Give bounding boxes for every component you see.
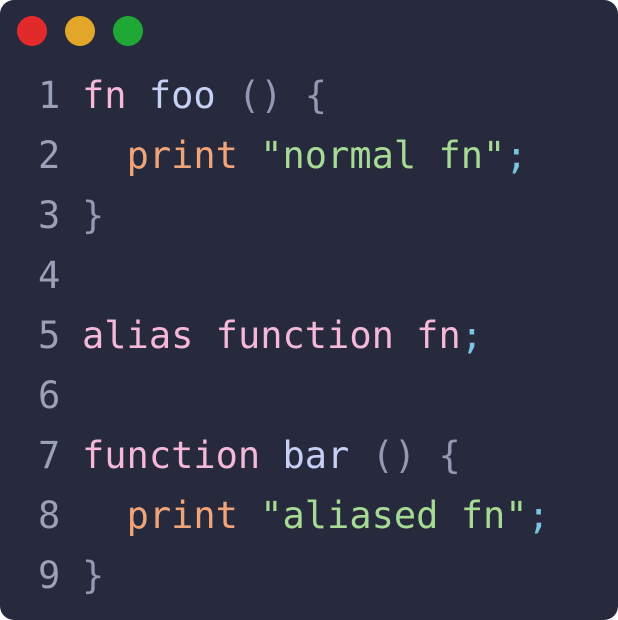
- code-text: print "normal fn";: [82, 126, 528, 186]
- code-token-builtin: print: [126, 494, 238, 537]
- code-token-punctuation: {: [438, 434, 461, 477]
- code-text: function bar () {: [82, 426, 461, 486]
- code-text: }: [82, 546, 104, 606]
- line-number: 8: [38, 494, 61, 537]
- code-line: 6: [0, 366, 618, 426]
- line-number: 4: [38, 254, 61, 297]
- code-text: }: [82, 186, 104, 246]
- title-bar: [0, 0, 618, 62]
- code-line: 5 alias function fn;: [0, 306, 618, 366]
- line-number: 3: [38, 194, 61, 237]
- code-token-keyword: function: [215, 314, 394, 357]
- code-line: 4: [0, 246, 618, 306]
- line-number: 5: [38, 314, 61, 357]
- close-dot-icon[interactable]: [17, 16, 47, 46]
- line-number: 1: [38, 74, 61, 117]
- maximize-dot-icon[interactable]: [113, 16, 143, 46]
- code-token-string: "normal fn": [260, 134, 506, 177]
- minimize-dot-icon[interactable]: [65, 16, 95, 46]
- code-token-semicolon: ;: [460, 314, 484, 357]
- code-line: 2 print "normal fn";: [0, 126, 618, 186]
- code-token-identifier: bar: [282, 434, 350, 477]
- line-number: 9: [38, 554, 61, 597]
- code-token-punctuation: }: [82, 554, 105, 597]
- code-line: 9}: [0, 546, 618, 606]
- code-text: fn foo () {: [82, 66, 327, 126]
- code-line: 8 print "aliased fn";: [0, 486, 618, 546]
- line-number: 7: [38, 434, 61, 477]
- code-text: alias function fn;: [82, 306, 483, 366]
- code-token-builtin: print: [126, 134, 238, 177]
- code-token-string: "aliased fn": [260, 494, 528, 537]
- code-token-keyword: alias: [82, 314, 194, 357]
- code-line: 3}: [0, 186, 618, 246]
- code-line: 1 fn foo () {: [0, 66, 618, 126]
- code-token-keyword: fn: [416, 314, 461, 357]
- code-token-keyword: function: [82, 434, 261, 477]
- code-block: 1 fn foo () {2 print "normal fn"; 3} 4 5 alia…: [0, 66, 618, 606]
- code-token-punctuation: (): [371, 434, 417, 477]
- code-text: print "aliased fn";: [82, 486, 550, 546]
- code-token-identifier: foo: [148, 74, 216, 117]
- code-token-semicolon: ;: [505, 134, 528, 177]
- code-token-keyword: fn: [82, 74, 127, 117]
- code-line: 7 function bar () {: [0, 426, 618, 486]
- code-token-semicolon: ;: [527, 494, 550, 537]
- line-number: 6: [38, 374, 61, 417]
- code-token-punctuation: }: [82, 194, 105, 237]
- code-token-punctuation: {: [304, 74, 328, 117]
- code-window: 1 fn foo () {2 print "normal fn"; 3} 4 5 alia…: [0, 0, 618, 620]
- code-token-punctuation: (): [237, 74, 283, 117]
- line-number: 2: [38, 134, 61, 177]
